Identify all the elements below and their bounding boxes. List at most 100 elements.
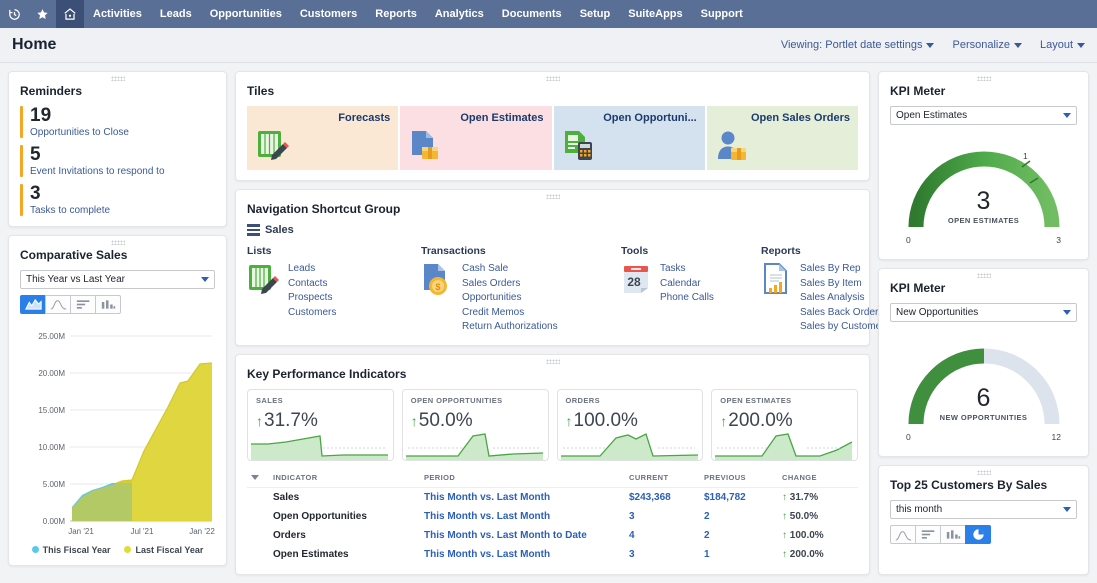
kpi-table-header-indicator[interactable]: INDICATOR [269,468,420,488]
reminder-accent-bar [20,106,23,138]
kpi-row-period[interactable]: This Month vs. Last Month to Date [420,526,625,545]
nav-item-customers[interactable]: Customers [291,0,366,28]
nav-menu: Activities Leads Opportunities Customers… [84,0,752,28]
legend-item-this-fiscal-year[interactable]: This Fiscal Year [31,545,110,555]
drag-handle-icon[interactable] [236,193,869,200]
nav-item-documents[interactable]: Documents [493,0,571,28]
tile-open-opportunities[interactable]: Open Opportuni... [553,106,705,170]
comparative-sales-range-select[interactable]: This Year vs Last Year [20,269,215,289]
nav-icon-group [0,0,84,28]
top-customers-range-value: this month [896,504,943,515]
home-icon[interactable] [56,0,84,28]
recent-history-icon[interactable] [0,0,28,28]
drag-handle-icon[interactable] [236,75,869,82]
kpi-meter-portlet-open-estimates: KPI Meter Open Estimates 3 OPEN ESTIMATE… [878,71,1089,260]
line-chart-icon[interactable] [45,294,71,314]
tile-forecasts[interactable]: Forecasts [247,106,399,170]
chevron-down-icon [1063,507,1071,512]
kpi-table-header-period[interactable]: PERIOD [420,468,625,488]
shortcut-link-calendar[interactable]: Calendar [660,277,714,292]
table-row[interactable]: Sales This Month vs. Last Month $243,368… [247,487,858,507]
reminder-label[interactable]: Opportunities to Close [30,127,129,138]
sort-descending-icon[interactable] [251,474,259,480]
shortcut-link-tasks[interactable]: Tasks [660,262,714,277]
nav-item-support[interactable]: Support [692,0,752,28]
area-chart-icon[interactable] [20,294,46,314]
bar-chart-icon[interactable] [915,525,941,544]
nav-item-activities[interactable]: Activities [84,0,151,28]
top-customers-range-select[interactable]: this month [890,500,1077,519]
nav-item-analytics[interactable]: Analytics [426,0,493,28]
shortcut-group-header[interactable]: Sales [247,224,858,236]
legend-item-last-fiscal-year[interactable]: Last Fiscal Year [124,545,203,555]
kpi-card-open-estimates[interactable]: OPEN ESTIMATES ↑ 200.0% [711,388,858,461]
top-customers-chart-area [890,546,1077,564]
drag-handle-icon[interactable] [879,75,1088,82]
personalize-dropdown[interactable]: Personalize [952,39,1022,51]
kpi-table-header-previous[interactable]: PREVIOUS [700,468,778,488]
reminder-item[interactable]: 3 Tasks to complete [20,183,215,216]
kpi-row-period[interactable]: This Month vs. Last Month [420,487,625,507]
drag-handle-icon[interactable] [879,469,1088,476]
shortcut-link-sales-by-item[interactable]: Sales By Item [800,277,884,292]
viewing-portlet-date-settings-dropdown[interactable]: Viewing: Portlet date settings [781,39,935,51]
shortcut-link-leads[interactable]: Leads [288,262,336,277]
dashboard: Reminders 19 Opportunities to Close 5 Ev… [0,63,1097,575]
shortcut-column-title: Transactions [421,245,486,257]
drag-handle-icon[interactable] [236,358,869,365]
drag-handle-icon[interactable] [9,75,226,82]
table-row[interactable]: Open Opportunities This Month vs. Last M… [247,507,858,526]
nav-item-suiteapps[interactable]: SuiteApps [619,0,691,28]
svg-text:$: $ [435,282,440,292]
kpi-card-open-opportunities[interactable]: OPEN OPPORTUNITIES ↑ 50.0% [401,388,549,461]
reminder-label[interactable]: Tasks to complete [30,205,110,216]
gauge-min-label: 0 [906,235,911,245]
bar-chart-icon[interactable] [70,294,96,314]
reminder-label[interactable]: Event Invitations to respond to [30,166,165,177]
row-spacer [247,487,269,507]
shortcut-link-return-authorizations[interactable]: Return Authorizations [462,320,558,335]
kpi-table-header-current[interactable]: CURRENT [625,468,700,488]
drag-handle-icon[interactable] [9,239,226,246]
column-chart-icon[interactable] [940,525,966,544]
table-row[interactable]: Orders This Month vs. Last Month to Date… [247,526,858,545]
pie-chart-icon[interactable] [965,525,991,544]
kpi-meter-select[interactable]: Open Estimates [890,106,1077,125]
line-chart-icon[interactable] [890,525,916,544]
kpi-table-header-change[interactable]: CHANGE [778,468,858,488]
favorites-icon[interactable] [28,0,56,28]
shortcut-link-cash-sale[interactable]: Cash Sale [462,262,558,277]
nav-item-leads[interactable]: Leads [151,0,201,28]
shortcut-link-customers[interactable]: Customers [288,306,336,321]
shortcut-link-credit-memos[interactable]: Credit Memos [462,306,558,321]
layout-dropdown[interactable]: Layout [1040,39,1085,51]
reminder-item[interactable]: 5 Event Invitations to respond to [20,144,215,177]
shortcut-link-sales-by-rep[interactable]: Sales By Rep [800,262,884,277]
shortcut-link-sales-by-customer[interactable]: Sales by Customer [800,320,884,335]
kpi-table: INDICATOR PERIOD CURRENT PREVIOUS CHANGE… [247,468,858,564]
comparative-sales-svg: 25.00M 20.00M 15.00M 10.00M 5.00M 0.00M [38,332,215,536]
tile-open-sales-orders[interactable]: Open Sales Orders [706,106,858,170]
nav-item-setup[interactable]: Setup [571,0,620,28]
gauge-value: 6 [976,384,991,412]
tile-open-estimates[interactable]: Open Estimates [400,106,552,170]
kpi-card-orders[interactable]: ORDERS ↑ 100.0% [556,388,704,461]
nav-item-opportunities[interactable]: Opportunities [201,0,291,28]
shortcut-link-phone-calls[interactable]: Phone Calls [660,291,714,306]
kpi-meter-select[interactable]: New Opportunities [890,303,1077,322]
shortcut-link-prospects[interactable]: Prospects [288,291,336,306]
kpi-meter-select-value: New Opportunities [896,307,979,318]
shortcut-column-title: Lists [247,245,272,257]
shortcut-link-sales-analysis[interactable]: Sales Analysis [800,291,884,306]
shortcut-link-sales-back-orders[interactable]: Sales Back Orders [800,306,884,321]
drag-handle-icon[interactable] [879,272,1088,279]
kpi-card-sales[interactable]: SALES ↑ 31.7% [247,388,394,461]
nav-item-reports[interactable]: Reports [366,0,426,28]
column-chart-icon[interactable] [95,294,121,314]
shortcut-link-opportunities[interactable]: Opportunities [462,291,558,306]
kpi-row-period[interactable]: This Month vs. Last Month [420,507,625,526]
shortcut-link-contacts[interactable]: Contacts [288,277,336,292]
kpi-row-change-value: 200.0% [789,548,824,560]
shortcut-link-sales-orders[interactable]: Sales Orders [462,277,558,292]
reminder-item[interactable]: 19 Opportunities to Close [20,106,215,138]
